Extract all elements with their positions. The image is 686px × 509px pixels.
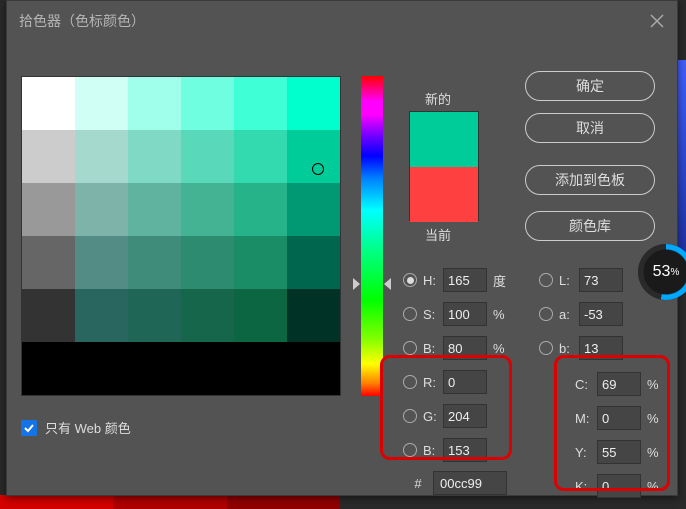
color-picker-dialog: 拾色器（色标颜色） 只有 Web 颜色 bbox=[6, 0, 678, 496]
web-colors-checkbox[interactable] bbox=[21, 420, 37, 436]
background-red-bar bbox=[0, 495, 340, 509]
hue-label: H: bbox=[423, 273, 443, 288]
green-radio[interactable] bbox=[403, 409, 417, 423]
current-color-swatch[interactable] bbox=[410, 167, 478, 222]
a-radio[interactable] bbox=[539, 307, 553, 321]
hue-radio[interactable] bbox=[403, 273, 417, 287]
saturation-value-field[interactable] bbox=[21, 76, 341, 396]
L-input[interactable] bbox=[579, 268, 623, 292]
add-to-swatches-button[interactable]: 添加到色板 bbox=[525, 165, 655, 195]
black-input[interactable] bbox=[597, 474, 641, 498]
hex-label: # bbox=[403, 476, 433, 491]
a-input[interactable] bbox=[579, 302, 623, 326]
yellow-input[interactable] bbox=[597, 440, 641, 464]
web-colors-label: 只有 Web 颜色 bbox=[45, 418, 131, 437]
new-color-swatch bbox=[410, 112, 478, 167]
cyan-input[interactable] bbox=[597, 372, 641, 396]
green-input[interactable] bbox=[443, 404, 487, 428]
saturation-radio[interactable] bbox=[403, 307, 417, 321]
blue-radio[interactable] bbox=[403, 443, 417, 457]
cancel-button[interactable]: 取消 bbox=[525, 113, 655, 143]
hue-slider-thumb[interactable] bbox=[353, 278, 391, 290]
ok-button[interactable]: 确定 bbox=[525, 71, 655, 101]
hex-input[interactable] bbox=[433, 471, 507, 495]
b-lab-input[interactable] bbox=[579, 336, 623, 360]
hue-slider[interactable] bbox=[361, 76, 383, 396]
sv-cursor bbox=[312, 163, 324, 175]
close-icon[interactable] bbox=[649, 13, 665, 29]
magenta-input[interactable] bbox=[597, 406, 641, 430]
titlebar: 拾色器（色标颜色） bbox=[7, 1, 677, 41]
current-color-label: 当前 bbox=[425, 225, 451, 244]
progress-badge: 53% bbox=[638, 244, 686, 300]
b-lab-radio[interactable] bbox=[539, 341, 553, 355]
color-swatch bbox=[409, 111, 479, 221]
brightness-radio[interactable] bbox=[403, 341, 417, 355]
blue-input[interactable] bbox=[443, 438, 487, 462]
red-input[interactable] bbox=[443, 370, 487, 394]
new-color-label: 新的 bbox=[425, 89, 451, 108]
brightness-input[interactable] bbox=[443, 336, 487, 360]
color-libraries-button[interactable]: 颜色库 bbox=[525, 211, 655, 241]
hue-input[interactable] bbox=[443, 268, 487, 292]
dialog-title: 拾色器（色标颜色） bbox=[19, 11, 649, 31]
L-radio[interactable] bbox=[539, 273, 553, 287]
red-radio[interactable] bbox=[403, 375, 417, 389]
saturation-input[interactable] bbox=[443, 302, 487, 326]
